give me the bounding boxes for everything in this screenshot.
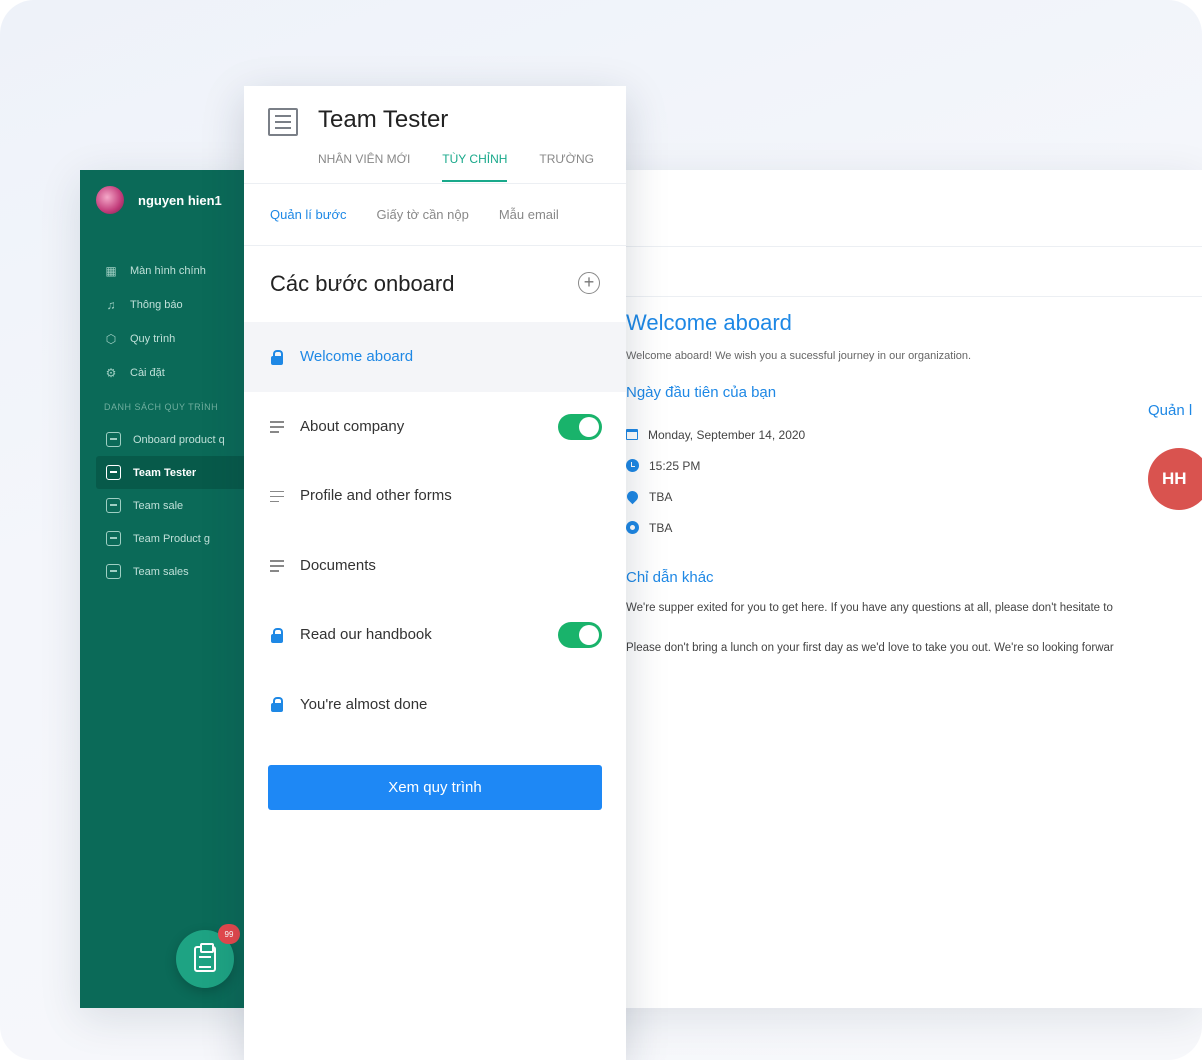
document-icon: [106, 564, 121, 579]
step-list: Welcome aboard About company Profile and…: [244, 322, 626, 739]
page-title: Team Tester: [318, 106, 449, 133]
process-config-card: Team Tester NHÂN VIÊN MỚI TÙY CHỈNH TRƯỜ…: [244, 86, 626, 1060]
time-row: 15:25 PM: [626, 450, 1202, 481]
document-icon: [106, 531, 121, 546]
step-label: Read our handbook: [300, 626, 432, 644]
step-item[interactable]: Welcome aboard: [244, 322, 626, 392]
cube-icon: ⬡: [105, 332, 117, 346]
drag-handle-icon[interactable]: [270, 419, 284, 433]
document-icon: [106, 498, 121, 513]
sidebar: nguyen hien1 ▦ Màn hình chính ♫ Thông bá…: [80, 170, 266, 1008]
add-step-button[interactable]: +: [578, 272, 600, 294]
grid-icon: ▦: [105, 264, 117, 278]
process-item[interactable]: Team sales: [96, 555, 266, 588]
lock-icon: [270, 697, 284, 713]
clipboard-icon: [194, 943, 216, 972]
step-item[interactable]: Documents: [244, 531, 626, 601]
step-label: About company: [300, 417, 405, 435]
view-process-button[interactable]: Xem quy trình: [268, 765, 602, 810]
gear-icon: ⚙: [105, 366, 117, 380]
time-text: 15:25 PM: [649, 458, 701, 473]
step-label: You're almost done: [300, 695, 428, 713]
date-row: Monday, September 14, 2020: [626, 419, 1202, 450]
sidebar-item-settings[interactable]: ⚙ Cài đặt: [104, 356, 254, 390]
manager-avatar: HH: [1148, 448, 1202, 510]
subtab-email-templates[interactable]: Mẫu email: [499, 207, 559, 222]
step-toggle[interactable]: [558, 413, 602, 440]
first-day-heading: Ngày đầu tiên của bạn: [626, 384, 777, 401]
calendar-icon: [626, 429, 638, 440]
preview-content: Welcome aboard Welcome aboard! We wish y…: [624, 310, 1202, 654]
document-icon: [106, 465, 121, 480]
preview-description: Welcome aboard! We wish you a sucessful …: [626, 350, 972, 362]
location-text: TBA: [649, 489, 673, 504]
step-item[interactable]: You're almost done: [244, 670, 626, 740]
sidebar-item-label: Thông báo: [130, 299, 183, 311]
sidebar-item-label: Màn hình chính: [130, 265, 206, 277]
sidebar-item-process[interactable]: ⬡ Quy trình: [104, 322, 254, 356]
contact-text: TBA: [649, 520, 673, 535]
divider: [560, 246, 1202, 247]
instructions-paragraph: Please don't bring a lunch on your first…: [626, 642, 1114, 654]
step-label: Profile and other forms: [300, 487, 452, 505]
manager-heading: Quản l: [1148, 402, 1193, 419]
step-label: Documents: [300, 556, 376, 574]
target-icon: [626, 521, 639, 534]
process-item[interactable]: Team sale: [96, 489, 266, 522]
sidebar-item-label: Quy trình: [130, 333, 176, 345]
process-item[interactable]: Team Product g: [96, 522, 266, 555]
process-item-label: Team Product g: [133, 532, 211, 545]
preview-panel: Welcome aboard Welcome aboard! We wish y…: [560, 170, 1202, 1008]
sidebar-item-label: Cài đặt: [130, 367, 165, 379]
location-pin-icon: [624, 488, 641, 505]
bell-icon: ♫: [106, 298, 116, 312]
clock-icon: [626, 459, 639, 472]
step-item[interactable]: Read our handbook: [244, 600, 626, 670]
notification-badge: 99: [218, 924, 240, 944]
step-item[interactable]: Profile and other forms: [244, 461, 626, 531]
steps-heading: Các bước onboard: [270, 271, 455, 296]
process-item-label: Team sales: [133, 565, 189, 578]
process-item-label: Team Tester: [133, 466, 197, 479]
process-list-heading: DANH SÁCH QUY TRÌNH: [104, 402, 219, 412]
location-row: TBA: [624, 481, 1202, 512]
divider: [560, 296, 1202, 297]
sidebar-menu: ▦ Màn hình chính ♫ Thông báo ⬡ Quy trình…: [104, 254, 254, 390]
drag-handle-icon[interactable]: [270, 558, 284, 572]
tab-fields[interactable]: TRƯỜNG: [539, 152, 594, 182]
subtab-manage-steps[interactable]: Quản lí bước: [270, 207, 346, 222]
process-item-label: Onboard product q: [133, 433, 225, 446]
step-item[interactable]: About company: [244, 392, 626, 462]
step-toggle[interactable]: [558, 622, 602, 648]
document-icon: [106, 432, 121, 447]
subtab-required-documents[interactable]: Giấy tờ cần nộp: [376, 207, 468, 222]
card-tabs: NHÂN VIÊN MỚI TÙY CHỈNH TRƯỜNG: [318, 152, 594, 182]
tab-new-employees[interactable]: NHÂN VIÊN MỚI: [318, 152, 410, 182]
other-instructions-heading: Chỉ dẫn khác: [626, 569, 714, 586]
sidebar-item-home[interactable]: ▦ Màn hình chính: [104, 254, 254, 288]
app-frame: nguyen hien1 ▦ Màn hình chính ♫ Thông bá…: [0, 0, 1202, 1060]
process-item-label: Team sale: [133, 499, 184, 512]
card-header: Team Tester NHÂN VIÊN MỚI TÙY CHỈNH TRƯỜ…: [244, 86, 626, 184]
process-item[interactable]: Onboard product q: [96, 423, 266, 456]
process-list: Onboard product q Team Tester Team sale …: [96, 423, 266, 588]
lock-icon: [270, 349, 284, 365]
user-profile[interactable]: nguyen hien1: [94, 184, 222, 216]
process-item-active[interactable]: Team Tester: [96, 456, 266, 489]
drag-handle-icon[interactable]: [270, 489, 284, 503]
list-document-icon: [268, 108, 298, 136]
tab-customize[interactable]: TÙY CHỈNH: [442, 152, 508, 182]
sidebar-item-notifications[interactable]: ♫ Thông báo: [104, 288, 254, 322]
instructions-paragraph: We're supper exited for you to get here.…: [626, 602, 1113, 614]
checklist-fab-button[interactable]: 99: [176, 924, 240, 988]
first-day-info: Monday, September 14, 2020 15:25 PM TBA …: [624, 419, 1202, 543]
lock-icon: [270, 627, 284, 643]
step-label: Welcome aboard: [300, 348, 414, 366]
user-avatar[interactable]: [94, 184, 126, 216]
sub-tabs: Quản lí bước Giấy tờ cần nộp Mẫu email: [244, 184, 626, 246]
date-text: Monday, September 14, 2020: [648, 427, 806, 442]
preview-title: Welcome aboard: [626, 310, 792, 335]
contact-row: TBA: [626, 512, 1202, 543]
user-name: nguyen hien1: [138, 192, 222, 208]
